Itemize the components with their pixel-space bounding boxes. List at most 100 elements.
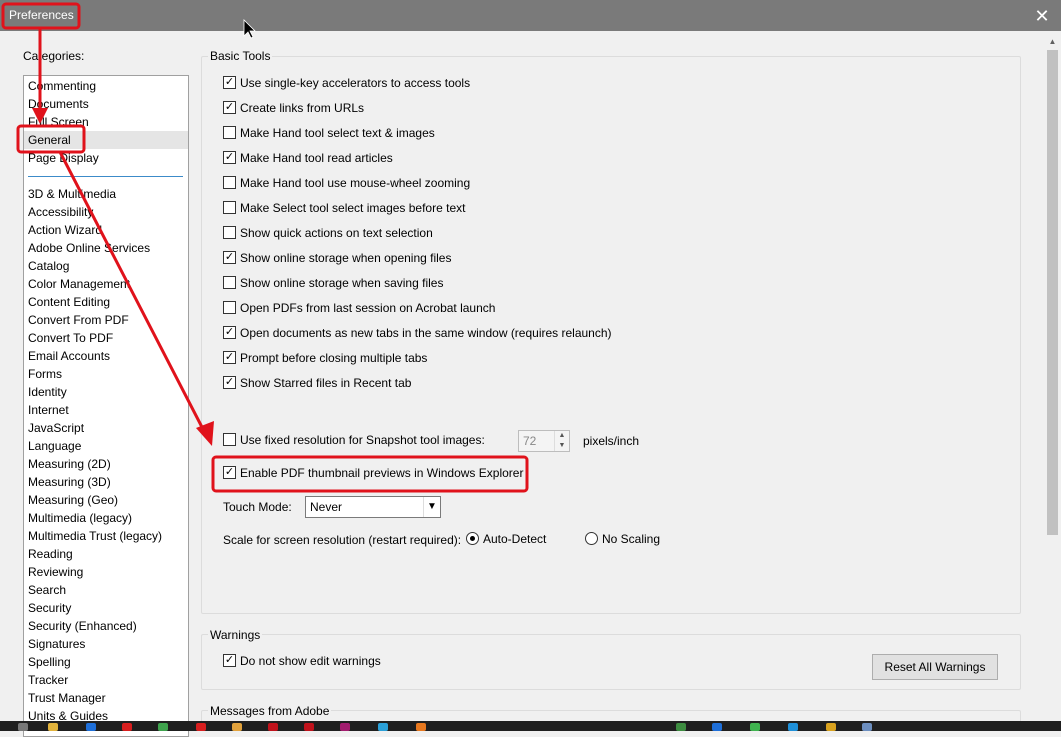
taskbar-icon[interactable]: [268, 723, 278, 731]
basic-tools-option[interactable]: Show online storage when saving files: [223, 275, 443, 291]
chevron-down-icon[interactable]: ▼: [423, 497, 440, 517]
category-item[interactable]: Catalog: [28, 257, 69, 275]
basic-tools-option[interactable]: Prompt before closing multiple tabs: [223, 350, 427, 366]
checkbox-box[interactable]: [223, 201, 236, 214]
category-item[interactable]: Email Accounts: [28, 347, 110, 365]
thumbnail-preview-checkbox[interactable]: Enable PDF thumbnail previews in Windows…: [223, 465, 523, 481]
taskbar-icon[interactable]: [48, 723, 58, 731]
basic-tools-option[interactable]: Make Hand tool select text & images: [223, 125, 435, 141]
taskbar-icon[interactable]: [862, 723, 872, 731]
checkbox-box[interactable]: [223, 326, 236, 339]
category-item[interactable]: Documents: [28, 95, 89, 113]
taskbar-icon[interactable]: [826, 723, 836, 731]
category-item[interactable]: Measuring (2D): [28, 455, 111, 473]
taskbar-icon[interactable]: [378, 723, 388, 731]
taskbar-icon[interactable]: [750, 723, 760, 731]
edit-warnings-checkbox[interactable]: Do not show edit warnings: [223, 653, 381, 669]
checkbox-box[interactable]: [223, 466, 236, 479]
category-item[interactable]: Color Management: [28, 275, 130, 293]
taskbar-icon[interactable]: [676, 723, 686, 731]
checkbox-box[interactable]: [223, 176, 236, 189]
stepper-down-icon[interactable]: ▼: [554, 441, 569, 451]
checkbox-box[interactable]: [223, 251, 236, 264]
close-icon[interactable]: ✕: [1029, 3, 1055, 29]
basic-tools-option[interactable]: Make Hand tool use mouse-wheel zooming: [223, 175, 470, 191]
category-item[interactable]: Reading: [28, 545, 73, 563]
taskbar-icon[interactable]: [712, 723, 722, 731]
basic-tools-option[interactable]: Make Select tool select images before te…: [223, 200, 465, 216]
taskbar-icon[interactable]: [18, 723, 28, 731]
taskbar-icon[interactable]: [416, 723, 426, 731]
category-item[interactable]: Security: [28, 599, 71, 617]
category-item[interactable]: Convert From PDF: [28, 311, 129, 329]
category-item[interactable]: Trust Manager: [28, 689, 106, 707]
checkbox-box[interactable]: [223, 276, 236, 289]
basic-tools-option[interactable]: Open PDFs from last session on Acrobat l…: [223, 300, 495, 316]
category-item[interactable]: Reviewing: [28, 563, 83, 581]
category-item[interactable]: Commenting: [28, 77, 96, 95]
checkbox-box[interactable]: [223, 126, 236, 139]
basic-tools-option[interactable]: Use single-key accelerators to access to…: [223, 75, 470, 91]
vertical-scrollbar[interactable]: ▲: [1044, 31, 1061, 721]
basic-tools-option[interactable]: Make Hand tool read articles: [223, 150, 393, 166]
category-item[interactable]: Multimedia Trust (legacy): [28, 527, 162, 545]
category-item-selected[interactable]: General: [24, 131, 188, 149]
category-item[interactable]: Signatures: [28, 635, 85, 653]
category-item[interactable]: Spelling: [28, 653, 71, 671]
category-item[interactable]: JavaScript: [28, 419, 84, 437]
category-item[interactable]: 3D & Multimedia: [28, 185, 116, 203]
category-item[interactable]: Page Display: [28, 149, 99, 167]
category-item[interactable]: Multimedia (legacy): [28, 509, 132, 527]
taskbar-icon[interactable]: [340, 723, 350, 731]
checkbox-box[interactable]: [223, 151, 236, 164]
checkbox-box[interactable]: [223, 301, 236, 314]
taskbar-icon[interactable]: [122, 723, 132, 731]
category-item[interactable]: Internet: [28, 401, 69, 419]
category-item[interactable]: Full Screen: [28, 113, 89, 131]
category-item[interactable]: Measuring (Geo): [28, 491, 118, 509]
auto-detect-radio[interactable]: Auto-Detect: [466, 532, 546, 546]
radio-button[interactable]: [585, 532, 598, 545]
category-item[interactable]: Identity: [28, 383, 67, 401]
category-item[interactable]: Convert To PDF: [28, 329, 113, 347]
checkbox-box[interactable]: [223, 433, 236, 446]
category-item[interactable]: Action Wizard: [28, 221, 102, 239]
stepper-up-icon[interactable]: ▲: [554, 431, 569, 441]
categories-list[interactable]: Commenting Documents Full Screen General…: [23, 75, 189, 737]
scroll-up-icon[interactable]: ▲: [1044, 33, 1061, 50]
reset-all-warnings-button[interactable]: Reset All Warnings: [872, 654, 998, 680]
taskbar-icon[interactable]: [158, 723, 168, 731]
taskbar-icon[interactable]: [304, 723, 314, 731]
taskbar-icon[interactable]: [196, 723, 206, 731]
category-item[interactable]: Content Editing: [28, 293, 110, 311]
touch-mode-select[interactable]: Never ▼: [305, 496, 441, 518]
category-item[interactable]: Measuring (3D): [28, 473, 111, 491]
category-item[interactable]: Security (Enhanced): [28, 617, 137, 635]
radio-button[interactable]: [466, 532, 479, 545]
basic-tools-option[interactable]: Open documents as new tabs in the same w…: [223, 325, 612, 341]
scroll-thumb[interactable]: [1047, 50, 1058, 535]
checkbox-box[interactable]: [223, 376, 236, 389]
taskbar-icon[interactable]: [232, 723, 242, 731]
no-scaling-radio[interactable]: No Scaling: [585, 532, 660, 546]
basic-tools-option[interactable]: Show Starred files in Recent tab: [223, 375, 411, 391]
basic-tools-option[interactable]: Show online storage when opening files: [223, 250, 451, 266]
checkbox-box[interactable]: [223, 226, 236, 239]
basic-tools-option[interactable]: Create links from URLs: [223, 100, 364, 116]
category-item[interactable]: Search: [28, 581, 66, 599]
taskbar-icon[interactable]: [788, 723, 798, 731]
basic-tools-option[interactable]: Show quick actions on text selection: [223, 225, 433, 241]
checkbox-box[interactable]: [223, 351, 236, 364]
category-item[interactable]: Tracker: [28, 671, 68, 689]
category-item[interactable]: Forms: [28, 365, 62, 383]
snapshot-resolution-stepper[interactable]: 72 ▲ ▼: [518, 430, 570, 452]
category-item[interactable]: Language: [28, 437, 81, 455]
snapshot-resolution-checkbox[interactable]: Use fixed resolution for Snapshot tool i…: [223, 432, 485, 448]
snapshot-resolution-value[interactable]: 72: [523, 434, 536, 448]
checkbox-box[interactable]: [223, 654, 236, 667]
category-item[interactable]: Adobe Online Services: [28, 239, 150, 257]
taskbar-icon[interactable]: [86, 723, 96, 731]
category-item[interactable]: Accessibility: [28, 203, 93, 221]
checkbox-box[interactable]: [223, 101, 236, 114]
checkbox-box[interactable]: [223, 76, 236, 89]
